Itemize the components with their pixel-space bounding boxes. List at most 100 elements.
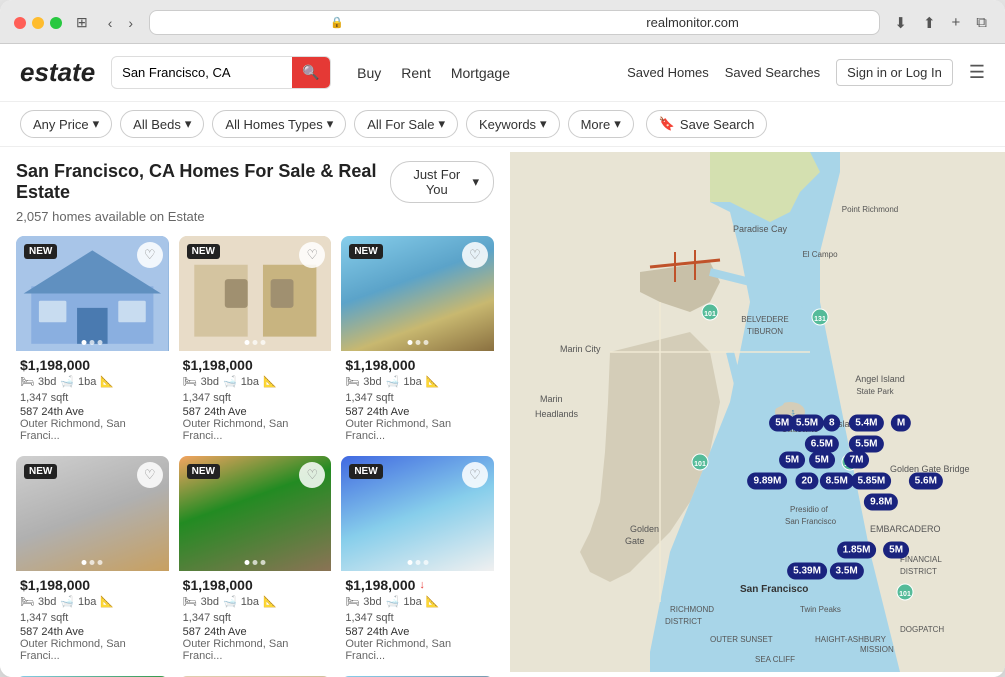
price-pin[interactable]: 5.6M	[909, 472, 943, 489]
property-card[interactable]: NEW ♡ $1,198,000 🛏3bd 🛁1ba 📐	[179, 456, 332, 666]
svg-text:San Francisco: San Francisco	[785, 517, 837, 526]
property-info: $1,198,000↓ 🛏3bd 🛁1ba 📐1,347 sqft 587 24…	[341, 571, 494, 666]
filter-more[interactable]: More ▾	[568, 110, 634, 138]
property-city: Outer Richmond, San Franci...	[345, 638, 490, 662]
svg-text:131: 131	[814, 316, 826, 323]
price-pin[interactable]: 5M	[779, 451, 805, 468]
minimize-button[interactable]	[32, 17, 44, 29]
search-button[interactable]: 🔍	[292, 57, 329, 88]
favorite-button[interactable]: ♡	[137, 462, 163, 488]
property-city: Outer Richmond, San Franci...	[183, 638, 328, 662]
property-card[interactable]: NEW ♡ $1,198,000 🛏3bd 🛁1ba 📐	[16, 456, 169, 666]
svg-text:State Park: State Park	[856, 387, 894, 396]
price-pin[interactable]: 8	[823, 414, 841, 431]
filter-keywords[interactable]: Keywords ▾	[466, 110, 560, 138]
price-pin[interactable]: 1.85M	[837, 541, 877, 558]
sqft-icon: 📐	[263, 375, 277, 388]
new-tab-button[interactable]: +	[948, 12, 965, 33]
property-city: Outer Richmond, San Franci...	[345, 418, 490, 442]
price-pin[interactable]: 5M	[809, 451, 835, 468]
price-pin[interactable]: 8.5M	[820, 472, 854, 489]
price-pin[interactable]: 5.5M	[790, 414, 824, 431]
download-button[interactable]: ⬇	[890, 12, 911, 34]
image-dots	[244, 340, 265, 345]
favorite-button[interactable]: ♡	[137, 242, 163, 268]
favorite-button[interactable]: ♡	[462, 462, 488, 488]
price-pin[interactable]: 20	[795, 472, 818, 489]
new-badge: NEW	[187, 244, 220, 259]
save-search-button[interactable]: 🔖 Save Search	[646, 110, 768, 138]
property-details: 🛏3bd 🛁1ba 📐1,347 sqft	[20, 375, 165, 404]
bath-icon: 🛁	[60, 375, 74, 388]
search-input[interactable]	[112, 58, 292, 87]
svg-text:Point Richmond: Point Richmond	[842, 205, 898, 214]
header-right: Saved Homes Saved Searches Sign in or Lo…	[627, 59, 985, 86]
price-pin[interactable]: 5.85M	[851, 472, 891, 489]
price-pin[interactable]: 7M	[844, 451, 870, 468]
property-card[interactable]: NEW ♡ $1,198,000	[16, 236, 169, 446]
listings-title: San Francisco, CA Homes For Sale & Real …	[16, 161, 390, 203]
property-info: $1,198,000 🛏3bd 🛁1ba 📐1,347 sqft 587 24t…	[179, 351, 332, 446]
svg-text:Paradise Cay: Paradise Cay	[733, 224, 788, 234]
saved-homes-button[interactable]: Saved Homes	[627, 65, 709, 80]
property-details: 🛏3bd 🛁1ba 📐1,347 sqft	[183, 595, 328, 624]
property-price: $1,198,000	[20, 357, 165, 373]
property-card[interactable]: NEW ♡ $1,198,000↓ 🛏3bd 🛁1ba �	[341, 456, 494, 666]
map-panel[interactable]: Paradise Cay Point Richmond El Campo Mar…	[510, 147, 1005, 677]
svg-text:HAIGHT-ASHBURY: HAIGHT-ASHBURY	[815, 635, 887, 644]
listings-panel: San Francisco, CA Homes For Sale & Real …	[0, 147, 510, 677]
property-image: NEW ♡	[179, 456, 332, 571]
main-layout: San Francisco, CA Homes For Sale & Real …	[0, 147, 1005, 677]
svg-text:SEA CLIFF: SEA CLIFF	[755, 655, 795, 664]
price-pin[interactable]: M	[891, 414, 911, 431]
image-dots	[244, 560, 265, 565]
sign-in-button[interactable]: Sign in or Log In	[836, 59, 953, 86]
property-info: $1,198,000 🛏3bd 🛁1ba 📐1,347 sqft 587 24t…	[341, 351, 494, 446]
tabs-button[interactable]: ⧉	[972, 12, 991, 33]
share-button[interactable]: ⬆	[919, 12, 940, 34]
property-details: 🛏3bd 🛁1ba 📐1,347 sqft	[20, 595, 165, 624]
price-pin[interactable]: 5.4M	[849, 414, 883, 431]
svg-text:El Campo: El Campo	[802, 250, 838, 259]
svg-text:BELVEDERE: BELVEDERE	[741, 315, 788, 324]
price-pin[interactable]: 5.39M	[787, 563, 827, 580]
price-pin[interactable]: 6.5M	[805, 435, 839, 452]
price-pin[interactable]: 5.5M	[849, 435, 883, 452]
hamburger-menu-button[interactable]: ☰	[969, 62, 985, 83]
property-price: $1,198,000	[345, 357, 490, 373]
svg-text:OUTER SUNSET: OUTER SUNSET	[710, 635, 773, 644]
property-details: 🛏3bd 🛁1ba 📐1,347 sqft	[345, 375, 490, 404]
sort-button[interactable]: Just For You ▾	[390, 161, 494, 203]
close-button[interactable]	[14, 17, 26, 29]
filter-homes-types[interactable]: All Homes Types ▾	[212, 110, 346, 138]
filter-for-sale[interactable]: All For Sale ▾	[354, 110, 458, 138]
svg-text:MISSION: MISSION	[860, 645, 894, 654]
property-image: NEW ♡	[341, 456, 494, 571]
address-bar[interactable]: 🔒 realmonitor.com	[149, 10, 880, 35]
property-details: 🛏3bd 🛁1ba 📐1,347 sqft	[345, 595, 490, 624]
nav-mortgage[interactable]: Mortgage	[451, 65, 510, 81]
svg-text:DISTRICT: DISTRICT	[900, 567, 937, 576]
saved-searches-button[interactable]: Saved Searches	[725, 65, 820, 80]
filter-price[interactable]: Any Price ▾	[20, 110, 112, 138]
favorite-button[interactable]: ♡	[462, 242, 488, 268]
price-pin[interactable]: 3.5M	[829, 563, 863, 580]
image-dots	[407, 560, 428, 565]
sidebar-toggle-button[interactable]: ⊞	[72, 12, 92, 33]
filter-beds[interactable]: All Beds ▾	[120, 110, 204, 138]
maximize-button[interactable]	[50, 17, 62, 29]
property-address: 587 24th Ave	[20, 406, 165, 418]
property-card[interactable]: NEW ♡ $1,198,000	[179, 236, 332, 446]
price-pin[interactable]: 9.89M	[747, 472, 787, 489]
nav-rent[interactable]: Rent	[401, 65, 431, 81]
property-image: NEW ♡	[179, 236, 332, 351]
price-pin[interactable]: 9.8M	[864, 494, 898, 511]
nav-buy[interactable]: Buy	[357, 65, 381, 81]
back-button[interactable]: ‹	[102, 13, 119, 33]
price-pin[interactable]: 5M	[883, 541, 909, 558]
svg-text:Twin Peaks: Twin Peaks	[800, 605, 841, 614]
forward-button[interactable]: ›	[122, 13, 139, 33]
url-display: realmonitor.com	[518, 15, 868, 30]
property-card[interactable]: NEW ♡ $1,198,000 🛏3bd 🛁1ba 📐	[341, 236, 494, 446]
property-city: Outer Richmond, San Franci...	[20, 418, 165, 442]
